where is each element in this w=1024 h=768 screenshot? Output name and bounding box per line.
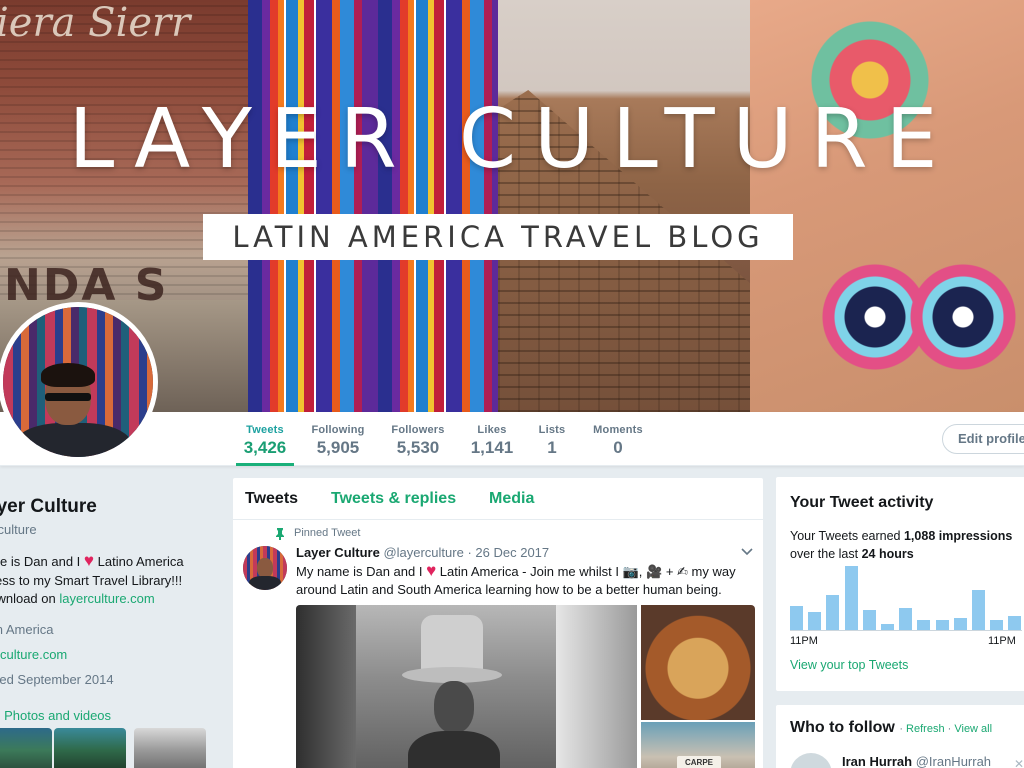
banner-sign-top: iera Sierr xyxy=(0,0,191,46)
impressions-bar[interactable] xyxy=(826,595,840,630)
view-all-link[interactable]: View all xyxy=(954,723,992,735)
tweet-photo-lion[interactable] xyxy=(641,605,755,720)
impressions-bar[interactable] xyxy=(808,612,822,630)
photo-thumbnail[interactable] xyxy=(134,728,206,768)
tweet-photo-cafe[interactable]: CARPE xyxy=(641,722,755,768)
edit-profile-button[interactable]: Edit profile xyxy=(942,424,1024,454)
tweet-activity-title: Your Tweet activity xyxy=(790,494,934,511)
pin-icon xyxy=(276,528,284,540)
tweet-photo-portrait[interactable] xyxy=(296,605,637,768)
stat-following[interactable]: Following 5,905 xyxy=(306,412,370,466)
impressions-bar[interactable] xyxy=(844,566,858,630)
photo-thumbnail[interactable] xyxy=(0,728,52,768)
photos-videos-link[interactable]: 47 Photos and videos xyxy=(0,708,111,723)
profile-website[interactable]: yerculture.com xyxy=(0,647,67,662)
profile-handle[interactable]: erculture xyxy=(0,522,37,537)
impressions-bar[interactable] xyxy=(935,620,949,630)
tab-tweets[interactable]: Tweets xyxy=(245,490,298,508)
tweet-activity-summary: Your Tweets earned 1,088 impressions ove… xyxy=(790,529,1013,561)
impressions-bar[interactable] xyxy=(862,610,876,630)
suggestion-avatar[interactable] xyxy=(790,753,832,768)
chart-time-end: 11PM xyxy=(988,635,1016,647)
tweet-activity-card: Your Tweet activity Your Tweets earned 1… xyxy=(775,476,1024,692)
profile-joined: oined September 2014 xyxy=(0,672,114,687)
banner-subtitle: LATIN AMERICA TRAVEL BLOG xyxy=(203,214,793,260)
impressions-bar[interactable] xyxy=(899,608,913,630)
heart-icon: ♥ xyxy=(83,551,94,570)
bio-link[interactable]: layerculture.com xyxy=(59,591,154,606)
heart-icon: ♥ xyxy=(426,561,437,580)
chart-time-start: 11PM xyxy=(790,635,818,647)
impressions-bar[interactable] xyxy=(917,620,931,630)
banner-title: LAYER CULTURE xyxy=(68,92,956,187)
profile-bio: ame is Dan and I ♥ Latino America ccess … xyxy=(0,551,184,606)
profile-banner: iera Sierr NDA S LAYER CULTURE LATIN AME… xyxy=(0,0,1024,412)
stat-lists[interactable]: Lists 1 xyxy=(534,412,570,466)
impressions-bar-chart[interactable] xyxy=(790,566,1022,631)
banner-panel-textile xyxy=(248,0,498,412)
impressions-bar[interactable] xyxy=(881,624,894,630)
stat-tweets[interactable]: Tweets 3,426 xyxy=(236,412,294,466)
pinned-tweet-label: Pinned Tweet xyxy=(294,527,361,539)
impressions-bar[interactable] xyxy=(790,606,803,630)
tab-media[interactable]: Media xyxy=(489,490,534,508)
stat-likes[interactable]: Likes 1,141 xyxy=(466,412,518,466)
tweet-avatar[interactable] xyxy=(243,546,287,590)
profile-name[interactable]: ayer Culture xyxy=(0,496,97,518)
suggestion-name[interactable]: Iran Hurrah @IranHurrah xyxy=(842,754,991,768)
profile-nav: Tweets 3,426 Following 5,905 Followers 5… xyxy=(0,412,1024,466)
timeline: Tweets Tweets & replies Media Pinned Twe… xyxy=(232,477,764,768)
who-to-follow-card: Who to follow · Refresh · View all Iran … xyxy=(775,704,1024,768)
banner-panel-pyramid xyxy=(498,0,750,412)
who-to-follow-title: Who to follow · Refresh · View all xyxy=(790,719,993,736)
refresh-link[interactable]: Refresh xyxy=(906,723,945,735)
stat-moments[interactable]: Moments 0 xyxy=(588,412,648,466)
timeline-tabs: Tweets Tweets & replies Media xyxy=(233,478,763,520)
tweet-author-name[interactable]: Layer Culture xyxy=(296,545,380,560)
tweet-text: My name is Dan and I ♥ Latin America - J… xyxy=(296,561,736,598)
impressions-bar[interactable] xyxy=(953,618,967,630)
skull-eye-right xyxy=(908,262,1018,372)
photo-thumbnail[interactable] xyxy=(54,728,126,768)
stat-followers[interactable]: Followers 5,530 xyxy=(386,412,450,466)
impressions-bar[interactable] xyxy=(1008,616,1022,630)
view-top-tweets-link[interactable]: View your top Tweets xyxy=(790,658,908,672)
impressions-bar[interactable] xyxy=(972,590,985,630)
dismiss-suggestion-icon[interactable]: ✕ xyxy=(1014,757,1024,768)
profile-location: atin America xyxy=(0,622,54,637)
impressions-bar[interactable] xyxy=(990,620,1004,630)
banner-panel-skull-art xyxy=(750,0,1024,412)
chevron-down-icon[interactable] xyxy=(741,548,753,556)
tweet-date[interactable]: · 26 Dec 2017 xyxy=(467,545,549,560)
tab-tweets-replies[interactable]: Tweets & replies xyxy=(331,490,456,508)
tweet-header: Layer Culture @layerculture · 26 Dec 201… xyxy=(296,545,549,560)
tweet-author-handle[interactable]: @layerculture xyxy=(383,545,463,560)
profile-avatar[interactable] xyxy=(0,302,158,462)
camera-icon: 📷 xyxy=(622,564,639,579)
